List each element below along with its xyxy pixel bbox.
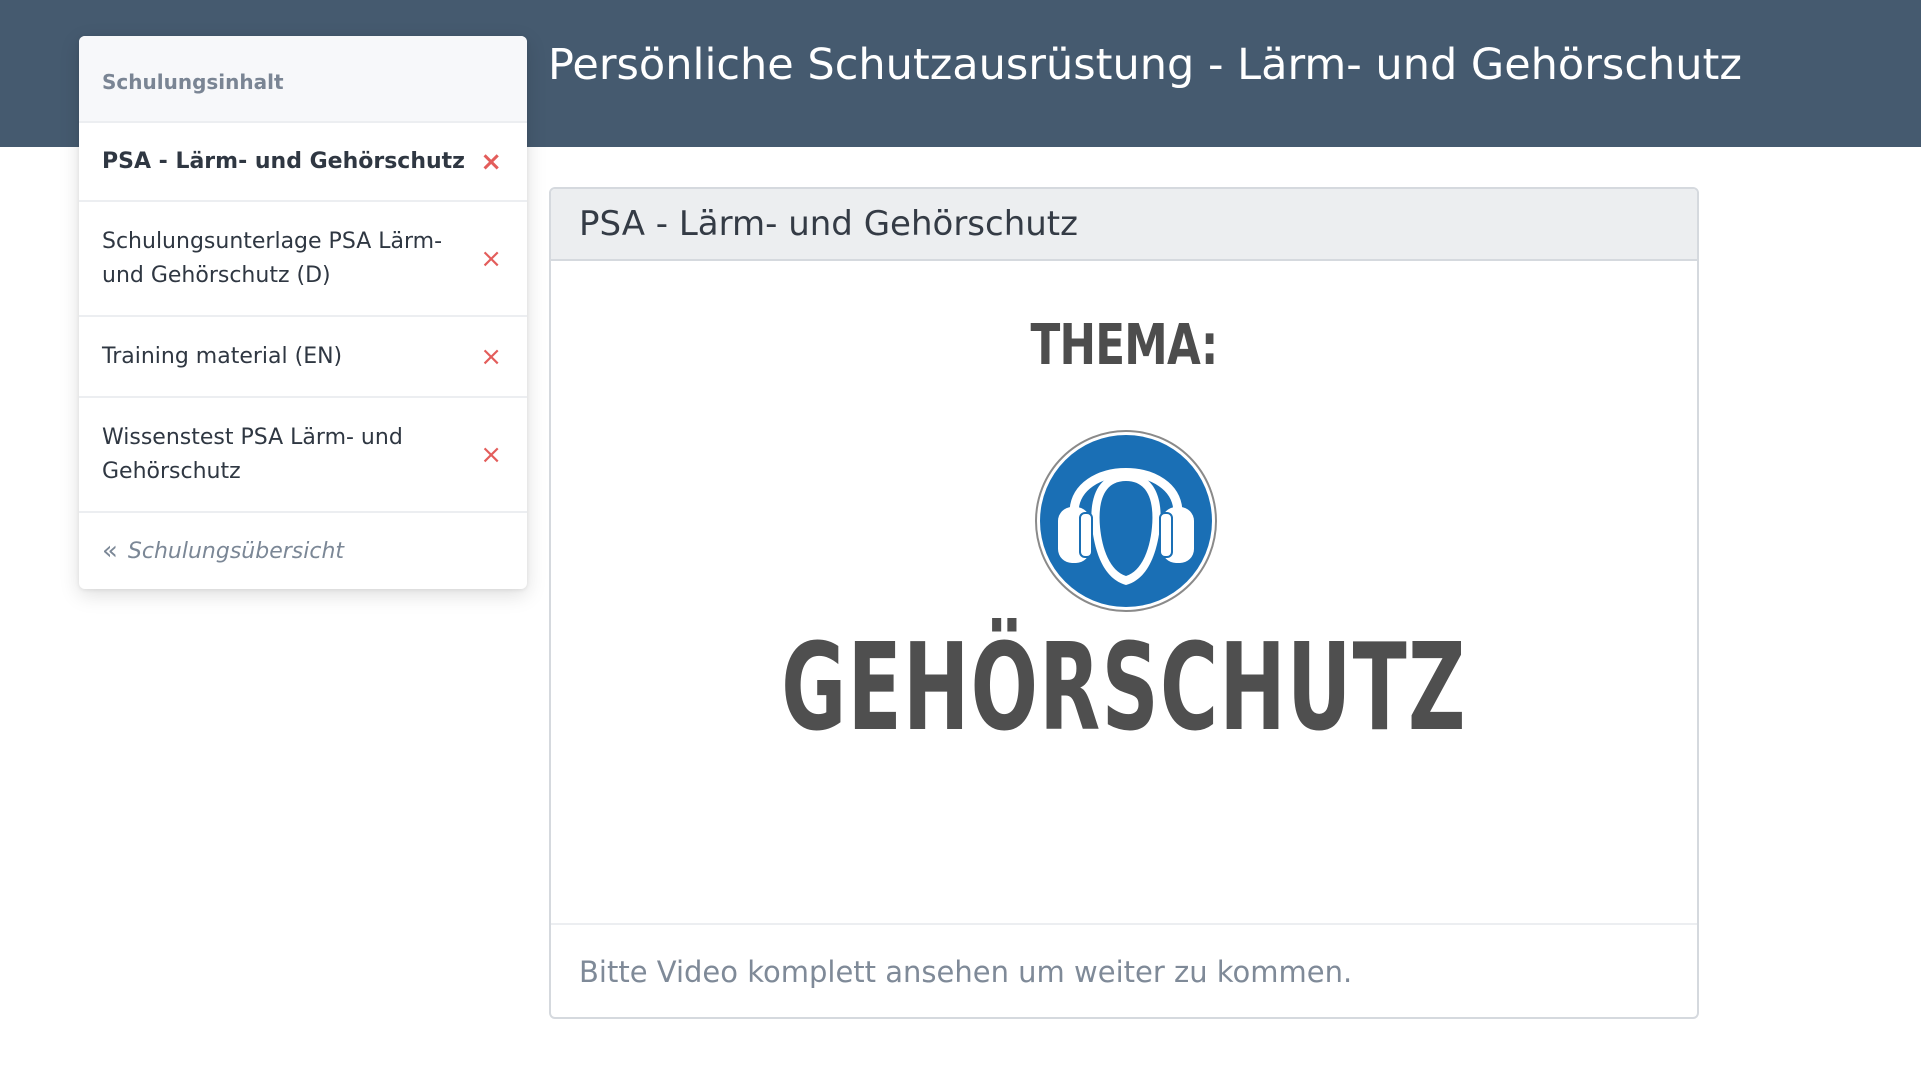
card-title: PSA - Lärm- und Gehörschutz	[551, 189, 1697, 261]
close-icon: ×	[480, 146, 502, 177]
sidebar-item-training-material[interactable]: Training material (EN) ×	[79, 315, 527, 396]
sidebar-item-label: PSA - Lärm- und Gehörschutz	[102, 148, 465, 174]
content-card: PSA - Lärm- und Gehörschutz THEMA: GEHÖR…	[549, 187, 1699, 1019]
sidebar-item-schulungsunterlage[interactable]: Schulungsunterlage PSA Lärm- und Gehörsc…	[79, 200, 527, 315]
video-caption-main: GEHÖRSCHUTZ	[781, 619, 1467, 758]
back-to-overview-link[interactable]: « Schulungsübersicht	[79, 511, 527, 589]
close-icon: ×	[480, 439, 502, 470]
sidebar-item-label: Training material (EN)	[102, 343, 343, 369]
double-chevron-left-icon: «	[102, 536, 118, 566]
course-sidebar: Schulungsinhalt PSA - Lärm- und Gehörsch…	[79, 36, 527, 589]
close-icon: ×	[480, 341, 502, 372]
close-icon: ×	[480, 243, 502, 274]
sidebar-item-wissenstest[interactable]: Wissenstest PSA Lärm- und Gehörschutz ×	[79, 396, 527, 511]
page-title: Persönliche Schutzausrüstung - Lärm- und…	[548, 40, 1742, 90]
video-caption-top: THEMA:	[1030, 313, 1218, 378]
ear-protection-sign-icon	[1035, 430, 1217, 612]
video-hint: Bitte Video komplett ansehen um weiter z…	[551, 923, 1697, 1017]
sidebar-item-psa-laerm[interactable]: PSA - Lärm- und Gehörschutz ×	[79, 121, 527, 200]
sidebar-item-label: Wissenstest PSA Lärm- und Gehörschutz	[102, 424, 403, 484]
video-player[interactable]: THEMA: GEHÖRSCHUTZ	[551, 261, 1697, 923]
sidebar-item-label: Schulungsunterlage PSA Lärm- und Gehörsc…	[102, 228, 443, 288]
sidebar-heading: Schulungsinhalt	[79, 36, 527, 121]
back-link-label: Schulungsübersicht	[127, 538, 345, 564]
